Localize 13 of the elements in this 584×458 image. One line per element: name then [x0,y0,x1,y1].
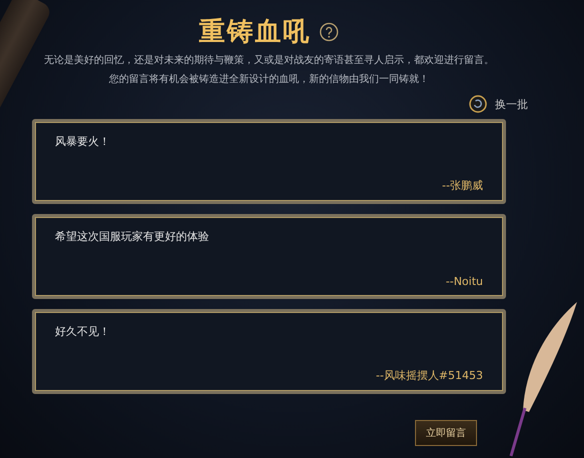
description-text: 无论是美好的回忆，还是对未来的期待与鞭策，又或是对战友的寄语甚至寻人启示，都欢迎进行留言。 [44,54,494,68]
leave-message-button[interactable]: 立即留言 [415,420,477,446]
help-icon[interactable] [319,22,339,42]
message-author: --风味摇摆人#51453 [376,368,483,383]
message-text: 好久不见！ [55,324,111,339]
message-author: --Noitu [446,275,483,288]
message-author: --张鹏威 [442,178,483,193]
message-text: 风暴要火！ [55,134,111,149]
refresh-button[interactable]: 换一批 [469,95,528,113]
page-title: 重铸血吼 [199,16,311,49]
description-text: 您的留言将有机会被铸造进全新设计的血吼，新的信物由我们一同铸就！ [109,72,429,87]
refresh-icon [469,95,487,113]
message-text: 希望这次国服玩家有更好的体验 [55,229,210,244]
